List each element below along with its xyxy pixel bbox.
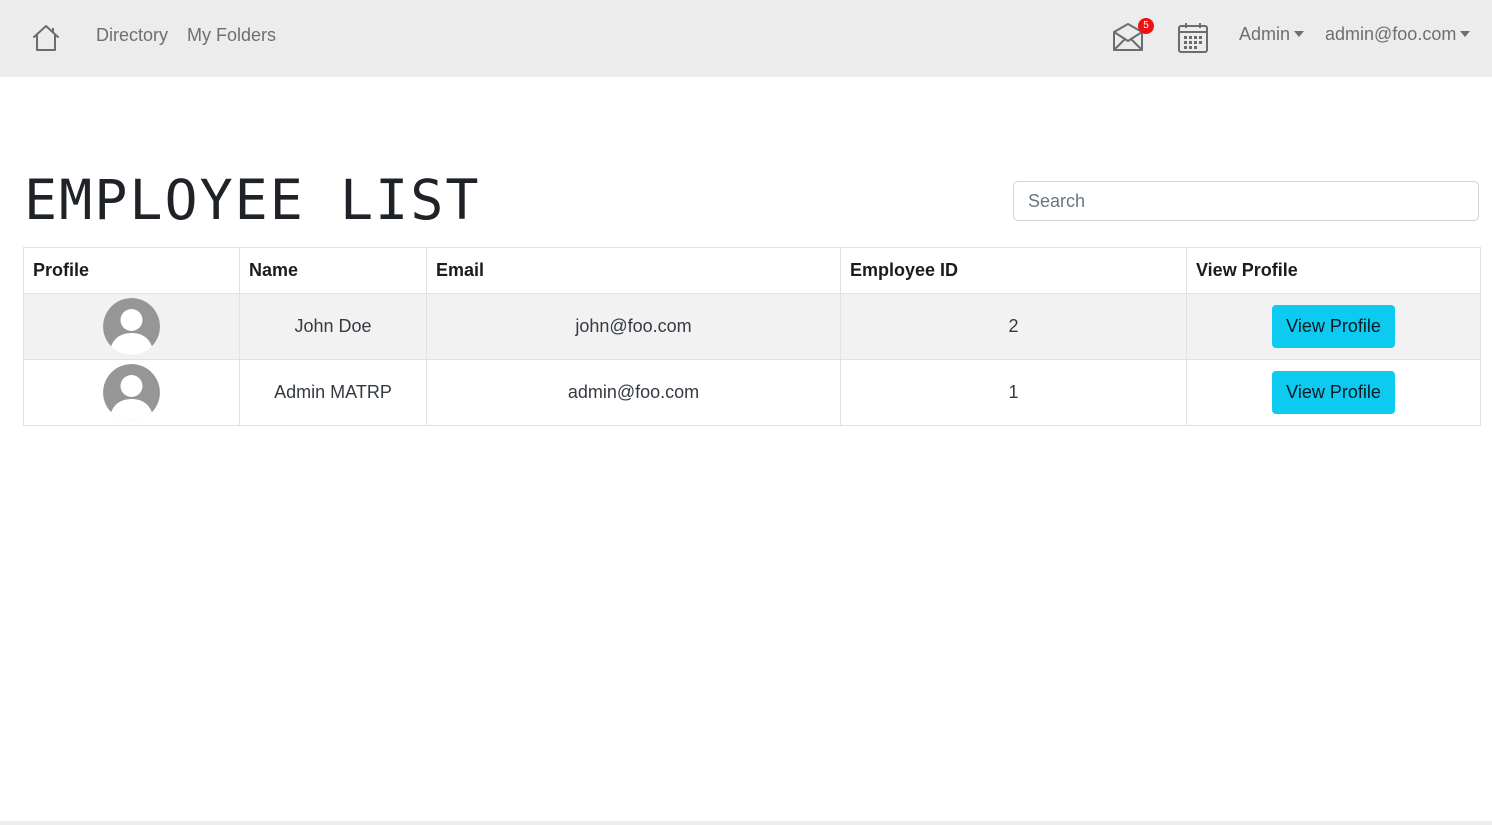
header-employee-id: Employee ID <box>840 247 1187 294</box>
email-cell: admin@foo.com <box>426 359 841 426</box>
nav-link-directory[interactable]: Directory <box>96 25 168 46</box>
caret-down-icon <box>1460 31 1471 37</box>
user-dropdown[interactable]: admin@foo.com <box>1325 24 1471 45</box>
action-cell: View Profile <box>1186 293 1481 360</box>
header-email: Email <box>426 247 841 294</box>
table-row: Admin MATRP admin@foo.com 1 View Profile <box>23 359 1481 426</box>
calendar-icon[interactable] <box>1177 22 1209 54</box>
table-header-row: Profile Name Email Employee ID View Prof… <box>23 247 1481 294</box>
view-profile-button[interactable]: View Profile <box>1272 371 1395 414</box>
admin-dropdown-label: Admin <box>1239 24 1291 44</box>
page-title: EMPLOYEE LIST <box>24 168 481 232</box>
top-navbar: Directory My Folders 5 Admin admin@foo.c… <box>0 0 1492 77</box>
name-cell: John Doe <box>239 293 427 360</box>
page-bottom-border <box>0 821 1492 825</box>
search-input[interactable] <box>1013 181 1479 221</box>
nav-link-my-folders[interactable]: My Folders <box>187 25 276 46</box>
home-icon[interactable] <box>31 24 61 52</box>
caret-down-icon <box>1294 31 1305 37</box>
employee-id-cell: 1 <box>840 359 1187 426</box>
table-row: John Doe john@foo.com 2 View Profile <box>23 293 1481 360</box>
user-avatar-icon <box>103 298 160 355</box>
view-profile-button[interactable]: View Profile <box>1272 305 1395 348</box>
admin-dropdown[interactable]: Admin <box>1239 24 1305 45</box>
employee-id-cell: 2 <box>840 293 1187 360</box>
user-dropdown-label: admin@foo.com <box>1325 24 1457 44</box>
employee-table: Profile Name Email Employee ID View Prof… <box>23 247 1481 426</box>
email-cell: john@foo.com <box>426 293 841 360</box>
profile-cell <box>23 293 240 360</box>
notification-badge: 5 <box>1138 18 1154 34</box>
action-cell: View Profile <box>1186 359 1481 426</box>
header-name: Name <box>239 247 427 294</box>
profile-cell <box>23 359 240 426</box>
header-view-profile: View Profile <box>1186 247 1481 294</box>
header-profile: Profile <box>23 247 240 294</box>
name-cell: Admin MATRP <box>239 359 427 426</box>
user-avatar-icon <box>103 364 160 421</box>
